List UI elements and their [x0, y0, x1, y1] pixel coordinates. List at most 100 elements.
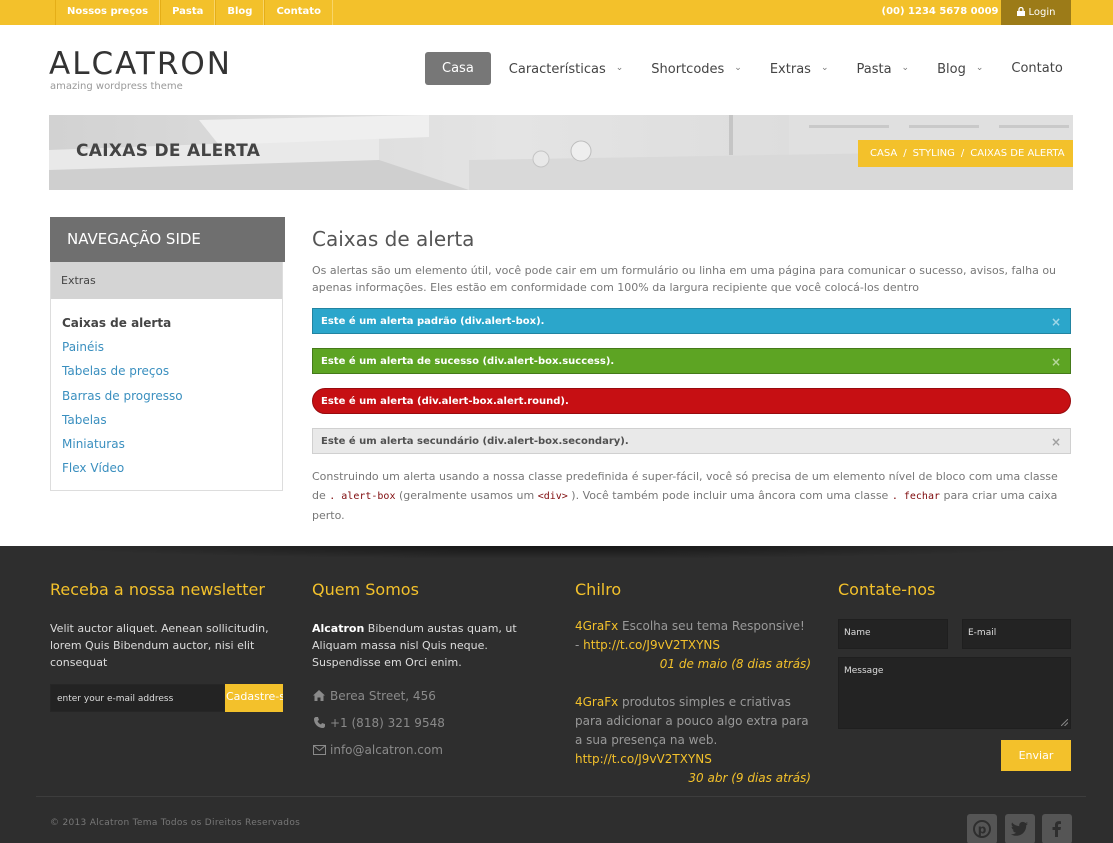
breadcrumb: CASA / STYLING / CAIXAS DE ALERTA	[858, 140, 1073, 167]
login-button[interactable]: Login	[1001, 0, 1071, 25]
nav-item-pasta[interactable]: Pasta ⌄	[842, 52, 923, 85]
side-nav-item[interactable]: Flex Vídeo	[62, 456, 282, 480]
pinterest-icon[interactable]: p	[967, 814, 997, 843]
chevron-down-icon: ⌄	[820, 63, 829, 73]
newsletter-title: Receba a nossa newsletter	[50, 580, 265, 599]
lock-icon	[1016, 6, 1025, 16]
footer: Receba a nossa newsletter Velit auctor a…	[0, 546, 1113, 843]
tweet-link[interactable]: http://t.co/J9vV2TXYNS	[575, 752, 712, 766]
copyright: © 2013 Alcatron Tema Todos os Direitos R…	[50, 818, 301, 828]
breadcrumb-styling[interactable]: STYLING	[913, 148, 955, 159]
message-placeholder: Message	[844, 666, 884, 676]
address-line: Berea Street, 456	[312, 689, 436, 704]
twitter-icon[interactable]	[1005, 814, 1035, 843]
top-links: Nossos preços Pasta Blog Contato	[55, 0, 333, 25]
envelope-icon	[312, 744, 326, 758]
side-nav-item[interactable]: Tabelas de preços	[62, 359, 282, 383]
main-nav: Casa Características ⌄ Shortcodes ⌄ Extras…	[425, 52, 1077, 85]
tweet-user[interactable]: 4GraFx	[575, 695, 618, 709]
site-logo[interactable]: ALCATRON	[49, 46, 232, 82]
top-link-precos[interactable]: Nossos preços	[55, 0, 161, 25]
nav-item-blog[interactable]: Blog ⌄	[923, 52, 997, 85]
newsletter-subscribe-button[interactable]: Cadastre-se	[225, 684, 283, 712]
send-button[interactable]: Enviar	[1001, 740, 1071, 771]
tweet-time: 30 abr (9 dias atrás)	[688, 771, 811, 785]
about-brand: Alcatron	[312, 622, 365, 635]
home-icon	[312, 690, 326, 704]
content-title: Caixas de alerta	[312, 227, 475, 251]
nav-label: Casa	[442, 61, 474, 76]
name-field[interactable]: Name	[838, 619, 948, 649]
text-fragment: (geralmente usamos um	[395, 489, 538, 502]
tweet-link[interactable]: http://t.co/J9vV2TXYNS	[583, 638, 720, 652]
resize-handle-icon[interactable]	[1061, 719, 1068, 726]
about-title: Quem Somos	[312, 580, 419, 599]
side-nav-list: Caixas de alerta Painéis Tabelas de preç…	[51, 299, 282, 480]
tweet: 4GraFx Escolha seu tema Responsive! - ht…	[575, 617, 811, 674]
phone-icon	[312, 717, 326, 731]
address-text: Berea Street, 456	[330, 689, 436, 703]
breadcrumb-casa[interactable]: CASA	[870, 148, 897, 159]
nav-item-contato[interactable]: Contato	[997, 52, 1076, 85]
code-alert-box: . alert-box	[329, 491, 396, 502]
side-navigation: NAVEGAÇÃO SIDE Extras Caixas de alerta P…	[50, 217, 285, 491]
top-bar: Nossos preços Pasta Blog Contato (00) 12…	[0, 0, 1113, 25]
svg-text:p: p	[978, 823, 987, 837]
message-field[interactable]: Message	[838, 657, 1071, 729]
footer-shadow	[0, 546, 1113, 560]
newsletter-email-input[interactable]: enter your e-mail address	[50, 684, 225, 712]
side-nav-item[interactable]: Barras de progresso	[62, 384, 282, 408]
nav-label: Contato	[1011, 61, 1063, 76]
nav-label: Shortcodes	[651, 62, 725, 77]
alert-round: Este é um alerta (div.alert-box.alert.ro…	[312, 388, 1071, 414]
nav-label: Pasta	[856, 62, 892, 77]
nav-item-shortcodes[interactable]: Shortcodes ⌄	[637, 52, 756, 85]
page-title: CAIXAS DE ALERTA	[76, 141, 261, 161]
close-icon[interactable]: ×	[1051, 429, 1061, 455]
side-nav-item[interactable]: Caixas de alerta	[62, 311, 282, 335]
facebook-icon[interactable]	[1042, 814, 1072, 843]
side-nav-title: NAVEGAÇÃO SIDE	[50, 217, 285, 262]
login-label: Login	[1028, 7, 1056, 18]
chevron-down-icon: ⌄	[734, 63, 742, 73]
alert-success: Este é um alerta de sucesso (div.alert-b…	[312, 348, 1071, 374]
email-field[interactable]: E-mail	[962, 619, 1071, 649]
breadcrumb-separator: /	[903, 148, 907, 159]
nav-item-extras[interactable]: Extras ⌄	[756, 52, 843, 85]
chevron-down-icon: ⌄	[615, 63, 624, 73]
newsletter-text: Velit auctor aliquet. Aenean sollicitudi…	[50, 622, 269, 669]
alert-text: Este é um alerta (div.alert-box.alert.ro…	[321, 396, 569, 407]
content-usage-text: Construindo um alerta usando a nossa cla…	[312, 467, 1072, 525]
nav-label: Características	[508, 62, 606, 77]
nav-item-casa[interactable]: Casa	[425, 52, 491, 85]
contact-title: Contate-nos	[838, 580, 936, 599]
side-nav-item[interactable]: Miniaturas	[62, 432, 282, 456]
site-tagline: amazing wordpress theme	[50, 81, 183, 92]
nav-label: Extras	[769, 62, 811, 77]
footer-divider	[36, 796, 1086, 797]
top-link-contato[interactable]: Contato	[264, 0, 333, 25]
chevron-down-icon: ⌄	[975, 63, 984, 73]
about-text: Alcatron Bibendum austas quam, ut Aliqua…	[312, 620, 552, 671]
tweet-time: 01 de maio (8 dias atrás)	[659, 657, 811, 671]
phone-number: (00) 1234 5678 0009	[881, 6, 999, 17]
nav-label: Blog	[937, 62, 966, 77]
close-icon[interactable]: ×	[1051, 349, 1061, 375]
alert-standard: Este é um alerta padrão (div.alert-box).…	[312, 308, 1071, 334]
top-link-blog[interactable]: Blog	[215, 0, 265, 25]
top-link-pasta[interactable]: Pasta	[160, 0, 216, 25]
nav-item-caracteristicas[interactable]: Características ⌄	[495, 52, 637, 85]
side-nav-item[interactable]: Tabelas	[62, 408, 282, 432]
content-intro: Os alertas são um elemento útil, você po…	[312, 264, 1057, 294]
breadcrumb-separator: /	[960, 148, 965, 159]
code-fechar: . fechar	[891, 491, 940, 502]
phone-line: +1 (818) 321 9548	[312, 716, 445, 731]
close-icon[interactable]: ×	[1051, 309, 1061, 335]
side-nav-item[interactable]: Painéis	[62, 335, 282, 359]
tweet-user[interactable]: 4GraFx	[575, 619, 618, 633]
alert-text: Este é um alerta secundário (div.alert-b…	[321, 436, 629, 447]
alert-text: Este é um alerta de sucesso (div.alert-b…	[321, 356, 615, 367]
email-line[interactable]: info@alcatron.com	[312, 743, 443, 758]
side-nav-section[interactable]: Extras	[51, 262, 282, 299]
email-text[interactable]: info@alcatron.com	[330, 743, 443, 757]
